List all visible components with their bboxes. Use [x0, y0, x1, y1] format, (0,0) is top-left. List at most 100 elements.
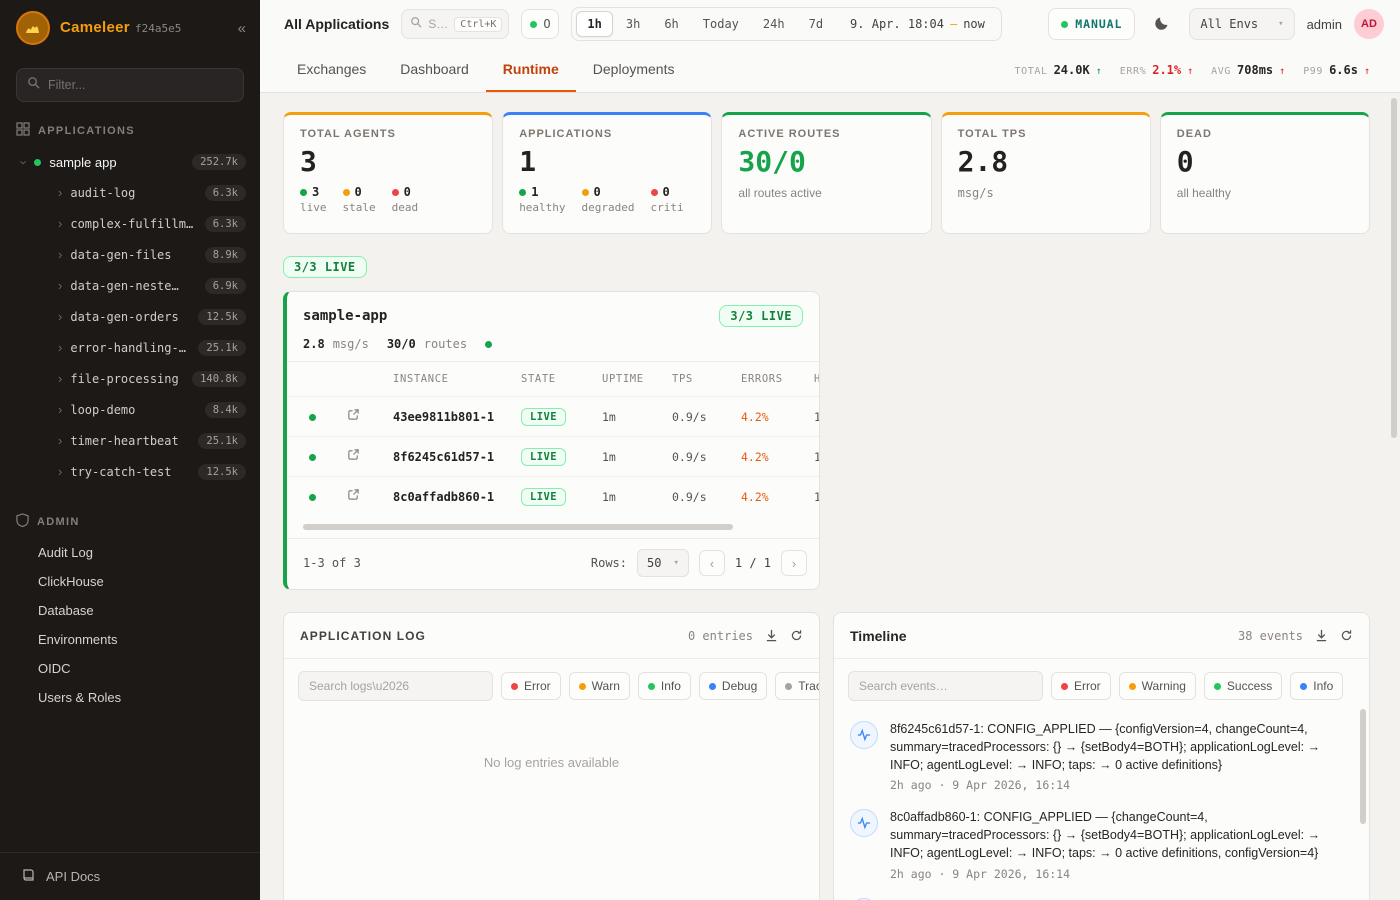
- time-range-button[interactable]: Today: [692, 11, 750, 37]
- applications-section-header: APPLICATIONS: [16, 122, 244, 139]
- sidebar-admin-item[interactable]: Users & Roles: [0, 683, 260, 712]
- log-level-chip[interactable]: Debug: [699, 672, 767, 700]
- refresh-icon[interactable]: [1340, 629, 1353, 642]
- api-docs-link[interactable]: API Docs: [0, 852, 260, 900]
- stat-card-legend: 1 healthy 0 degraded 0 criti: [519, 185, 695, 214]
- stat-card-title: ACTIVE ROUTES: [738, 128, 914, 140]
- sidebar-filter[interactable]: [16, 68, 244, 102]
- event-type-chip[interactable]: Success: [1204, 672, 1282, 700]
- table-row[interactable]: 43ee9811b801-1 LIVE 1m 0.9/s 4.2% 1: [287, 396, 819, 436]
- date-to: now: [963, 17, 985, 31]
- chevron-right-icon: ›: [58, 465, 62, 478]
- event-text: 8f6245c61d57-1: CONFIG_APPLIED — {config…: [890, 721, 1351, 774]
- external-link-icon[interactable]: [339, 408, 360, 421]
- sidebar-tree-item[interactable]: › data-gen-orders 12.5k: [0, 301, 260, 332]
- online-status-chip[interactable]: O: [521, 9, 559, 39]
- time-range-button[interactable]: 24h: [752, 11, 796, 37]
- status-dot: [582, 189, 589, 196]
- sidebar-tree-item[interactable]: › loop-demo 8.4k: [0, 394, 260, 425]
- chevron-right-icon: ›: [58, 372, 62, 385]
- download-icon[interactable]: [765, 629, 778, 642]
- event-type-chip[interactable]: Error: [1051, 672, 1111, 700]
- sidebar-item-sample-app[interactable]: › sample app 252.7k: [0, 147, 260, 177]
- table-row[interactable]: 8c0affadb860-1 LIVE 1m 0.9/s 4.2% 1: [287, 476, 819, 516]
- sidebar-tree-item[interactable]: › file-processing 140.8k: [0, 363, 260, 394]
- tab[interactable]: Dashboard: [383, 48, 486, 92]
- next-page-button[interactable]: ›: [781, 550, 807, 576]
- sidebar-tree-item[interactable]: › data-gen-files 8.9k: [0, 239, 260, 270]
- tab[interactable]: Exchanges: [280, 48, 383, 92]
- tab[interactable]: Runtime: [486, 48, 576, 92]
- log-level-chip[interactable]: Info: [638, 672, 691, 700]
- time-range-button[interactable]: 6h: [653, 11, 689, 37]
- avatar[interactable]: AD: [1354, 9, 1384, 39]
- count-badge: 6.3k: [205, 185, 246, 201]
- time-range-button[interactable]: 7d: [798, 11, 834, 37]
- stat-card-title: TOTAL TPS: [958, 128, 1134, 140]
- bottom-row: APPLICATION LOG 0 entries: [283, 612, 1370, 900]
- log-level-chip[interactable]: Error: [501, 672, 561, 700]
- sidebar-tree-item[interactable]: › audit-log 6.3k: [0, 177, 260, 208]
- timeline-event[interactable]: 8c0affadb860-1: CONFIG_APPLIED — {change…: [850, 809, 1351, 880]
- date-range[interactable]: 9. Apr. 18:04—now: [836, 17, 997, 31]
- log-search-input[interactable]: [298, 671, 493, 701]
- type-dot: [1214, 683, 1221, 690]
- time-range-button[interactable]: 3h: [615, 11, 651, 37]
- timeline-search-input[interactable]: [848, 671, 1043, 701]
- horizontal-scrollbar-thumb[interactable]: [303, 524, 733, 530]
- brand: Cameleerf24a5e5: [60, 19, 181, 37]
- type-label: Warning: [1142, 679, 1186, 693]
- refresh-icon[interactable]: [790, 629, 803, 642]
- download-icon[interactable]: [1315, 629, 1328, 642]
- table-row[interactable]: 8f6245c61d57-1 LIVE 1m 0.9/s 4.2% 1: [287, 436, 819, 476]
- time-range-group: 1h 3h 6h Today 24h 7d 9. Apr. 18:04—now: [571, 7, 1001, 41]
- global-search[interactable]: S… Ctrl+K: [401, 9, 509, 39]
- column-header: INSTANCE: [393, 373, 521, 385]
- environment-select[interactable]: All Envs ▾: [1189, 8, 1294, 40]
- external-link-icon[interactable]: [339, 488, 360, 501]
- log-level-chip[interactable]: Trace: [775, 672, 820, 700]
- event-type-chip[interactable]: Info: [1290, 672, 1343, 700]
- event-type-chip[interactable]: Warning: [1119, 672, 1196, 700]
- panel-title: APPLICATION LOG: [300, 629, 426, 643]
- time-range-button[interactable]: 1h: [576, 11, 612, 37]
- state-badge: LIVE: [521, 488, 566, 506]
- rows-per-page-select[interactable]: 50 ▾: [637, 549, 689, 577]
- sidebar-tree-item[interactable]: › complex-fulfillm… 6.3k: [0, 208, 260, 239]
- tree-item-label: data-gen-orders: [70, 310, 178, 324]
- sidebar-admin-item[interactable]: Audit Log: [0, 538, 260, 567]
- sidebar-tree-item[interactable]: › timer-heartbeat 25.1k: [0, 425, 260, 456]
- stat-card-subtitle: all healthy: [1177, 186, 1353, 200]
- level-dot: [648, 683, 655, 690]
- sidebar-tree-item[interactable]: › error-handling-… 25.1k: [0, 332, 260, 363]
- timeline-event[interactable]: 8f6245c61d57-1: CONFIG_APPLIED — {config…: [850, 721, 1351, 792]
- environment-value: All Envs: [1200, 17, 1258, 31]
- dark-mode-toggle[interactable]: [1147, 9, 1177, 39]
- sidebar-filter-input[interactable]: [48, 78, 233, 92]
- chevron-right-icon: ›: [58, 403, 62, 416]
- header-stat: P99 6.6s ↑: [1303, 63, 1370, 77]
- stat-card-value: 3: [300, 148, 476, 176]
- type-label: Error: [1074, 679, 1101, 693]
- sidebar-admin-item[interactable]: Environments: [0, 625, 260, 654]
- sidebar-tree-item[interactable]: › data-gen-neste… 6.9k: [0, 270, 260, 301]
- stat-card-title: APPLICATIONS: [519, 128, 695, 140]
- sidebar-admin-item[interactable]: OIDC: [0, 654, 260, 683]
- sidebar-admin-item[interactable]: ClickHouse: [0, 567, 260, 596]
- tps-value: 2.8: [303, 337, 325, 351]
- tree-item-label: data-gen-neste…: [70, 279, 178, 293]
- log-level-chip[interactable]: Warn: [569, 672, 630, 700]
- sidebar-admin-item[interactable]: Database: [0, 596, 260, 625]
- sidebar-collapse-button[interactable]: «: [238, 20, 246, 37]
- sidebar-tree-item[interactable]: › try-catch-test 12.5k: [0, 456, 260, 487]
- tab[interactable]: Deployments: [576, 48, 692, 92]
- tps-cell: 0.9/s: [672, 410, 741, 424]
- timeline-scrollbar-thumb[interactable]: [1360, 709, 1366, 824]
- date-from: 9. Apr. 18:04: [850, 17, 944, 31]
- manual-mode-button[interactable]: MANUAL: [1048, 8, 1135, 40]
- stat-card-legend: 3 live 0 stale 0 dead: [300, 185, 476, 214]
- stat-value: 2.1%: [1152, 63, 1181, 77]
- prev-page-button[interactable]: ‹: [699, 550, 725, 576]
- main-scrollbar-thumb[interactable]: [1391, 98, 1397, 438]
- external-link-icon[interactable]: [339, 448, 360, 461]
